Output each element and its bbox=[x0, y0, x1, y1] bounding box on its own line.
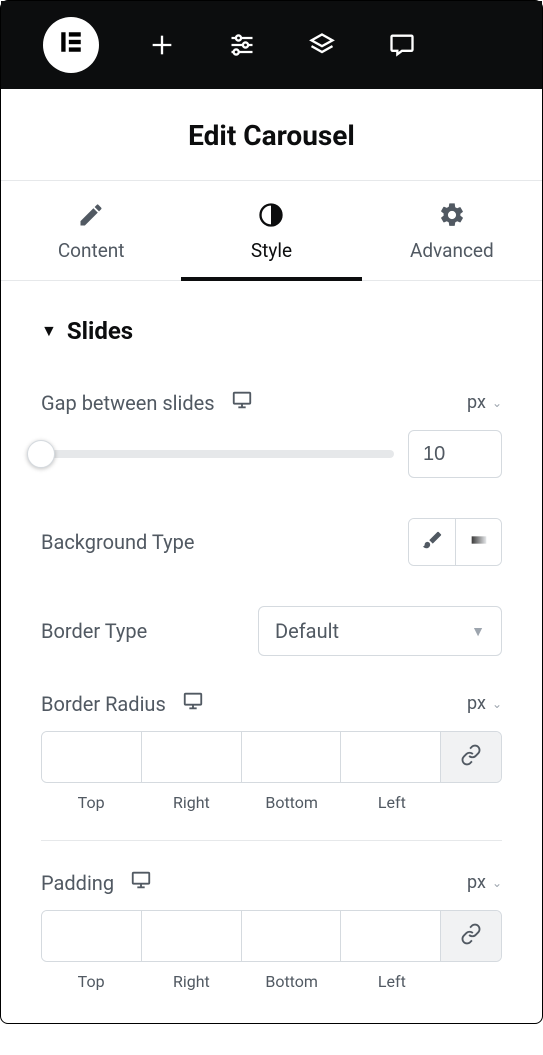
side-label-right: Right bbox=[141, 972, 241, 991]
panel-body: ▼ Slides Gap between slides px ⌄ Backgro… bbox=[1, 281, 542, 1055]
padding-side-labels: Top Right Bottom Left bbox=[41, 972, 502, 991]
link-icon bbox=[460, 923, 482, 949]
caret-down-icon: ▼ bbox=[41, 321, 57, 341]
gap-slider-thumb[interactable] bbox=[27, 440, 55, 468]
gap-slider-row bbox=[41, 430, 502, 478]
gap-slider[interactable] bbox=[41, 450, 394, 458]
gear-icon bbox=[438, 201, 466, 229]
top-bar bbox=[1, 1, 542, 89]
chevron-down-icon: ⌄ bbox=[492, 876, 502, 890]
side-label-bottom: Bottom bbox=[242, 972, 342, 991]
border-type-label: Border Type bbox=[41, 619, 147, 643]
separator bbox=[41, 840, 502, 841]
border-radius-side-labels: Top Right Bottom Left bbox=[41, 793, 502, 812]
background-type-row: Background Type bbox=[41, 518, 502, 566]
border-radius-inputs bbox=[41, 731, 502, 783]
comment-icon[interactable] bbox=[385, 28, 419, 62]
gap-value-input[interactable] bbox=[408, 430, 502, 478]
padding-right-input[interactable] bbox=[142, 911, 242, 961]
tab-style[interactable]: Style bbox=[181, 181, 361, 280]
padding-bottom-input[interactable] bbox=[242, 911, 342, 961]
side-label-top: Top bbox=[41, 793, 141, 812]
elementor-logo-glyph bbox=[58, 28, 84, 63]
border-radius-unit-select[interactable]: px ⌄ bbox=[467, 693, 502, 714]
tab-content-label: Content bbox=[58, 239, 125, 262]
background-gradient-button[interactable] bbox=[455, 519, 501, 565]
gap-label: Gap between slides bbox=[41, 391, 215, 415]
contrast-icon bbox=[257, 201, 285, 229]
border-radius-top-input[interactable] bbox=[42, 732, 142, 782]
background-type-buttons bbox=[408, 518, 502, 566]
tab-style-label: Style bbox=[251, 239, 292, 262]
padding-top-input[interactable] bbox=[42, 911, 142, 961]
gap-unit-select[interactable]: px ⌄ bbox=[467, 392, 502, 413]
link-icon bbox=[460, 744, 482, 770]
side-label-left: Left bbox=[342, 793, 442, 812]
brush-icon bbox=[421, 529, 443, 556]
border-radius-link-button[interactable] bbox=[441, 732, 501, 782]
section-slides-title: Slides bbox=[67, 317, 133, 345]
layers-icon[interactable] bbox=[305, 28, 339, 62]
padding-inputs bbox=[41, 910, 502, 962]
padding-left-input[interactable] bbox=[341, 911, 441, 961]
chevron-down-icon: ▼ bbox=[471, 623, 485, 640]
desktop-icon[interactable] bbox=[231, 389, 253, 416]
tab-advanced[interactable]: Advanced bbox=[362, 181, 542, 280]
border-radius-unit-label: px bbox=[467, 693, 486, 714]
border-radius-group: Border Radius px ⌄ Top Right bbox=[41, 690, 502, 812]
padding-unit-select[interactable]: px ⌄ bbox=[467, 872, 502, 893]
side-label-top: Top bbox=[41, 972, 141, 991]
desktop-icon[interactable] bbox=[182, 690, 204, 717]
gradient-icon bbox=[468, 529, 490, 556]
padding-group: Padding px ⌄ Top Right Bo bbox=[41, 869, 502, 991]
border-radius-left-input[interactable] bbox=[341, 732, 441, 782]
padding-link-button[interactable] bbox=[441, 911, 501, 961]
chevron-down-icon: ⌄ bbox=[492, 697, 502, 711]
gap-unit-label: px bbox=[467, 392, 486, 413]
tabs: Content Style Advanced bbox=[1, 181, 542, 281]
side-label-right: Right bbox=[141, 793, 241, 812]
background-type-label: Background Type bbox=[41, 530, 194, 554]
add-icon[interactable] bbox=[145, 28, 179, 62]
elementor-logo[interactable] bbox=[43, 17, 99, 73]
side-label-bottom: Bottom bbox=[242, 793, 342, 812]
border-type-value: Default bbox=[275, 619, 339, 643]
tab-advanced-label: Advanced bbox=[410, 239, 494, 262]
panel-title: Edit Carousel bbox=[1, 89, 542, 181]
border-radius-label: Border Radius bbox=[41, 692, 166, 716]
gap-row: Gap between slides px ⌄ bbox=[41, 389, 502, 416]
tab-content[interactable]: Content bbox=[1, 181, 181, 280]
padding-unit-label: px bbox=[467, 872, 486, 893]
chevron-down-icon: ⌄ bbox=[492, 396, 502, 410]
settings-sliders-icon[interactable] bbox=[225, 28, 259, 62]
border-type-select[interactable]: Default ▼ bbox=[258, 606, 502, 656]
background-classic-button[interactable] bbox=[409, 519, 455, 565]
pencil-icon bbox=[77, 201, 105, 229]
border-type-row: Border Type Default ▼ bbox=[41, 606, 502, 656]
border-radius-right-input[interactable] bbox=[142, 732, 242, 782]
section-slides-header[interactable]: ▼ Slides bbox=[41, 317, 502, 345]
side-label-left: Left bbox=[342, 972, 442, 991]
desktop-icon[interactable] bbox=[130, 869, 152, 896]
padding-label: Padding bbox=[41, 871, 114, 895]
border-radius-bottom-input[interactable] bbox=[242, 732, 342, 782]
